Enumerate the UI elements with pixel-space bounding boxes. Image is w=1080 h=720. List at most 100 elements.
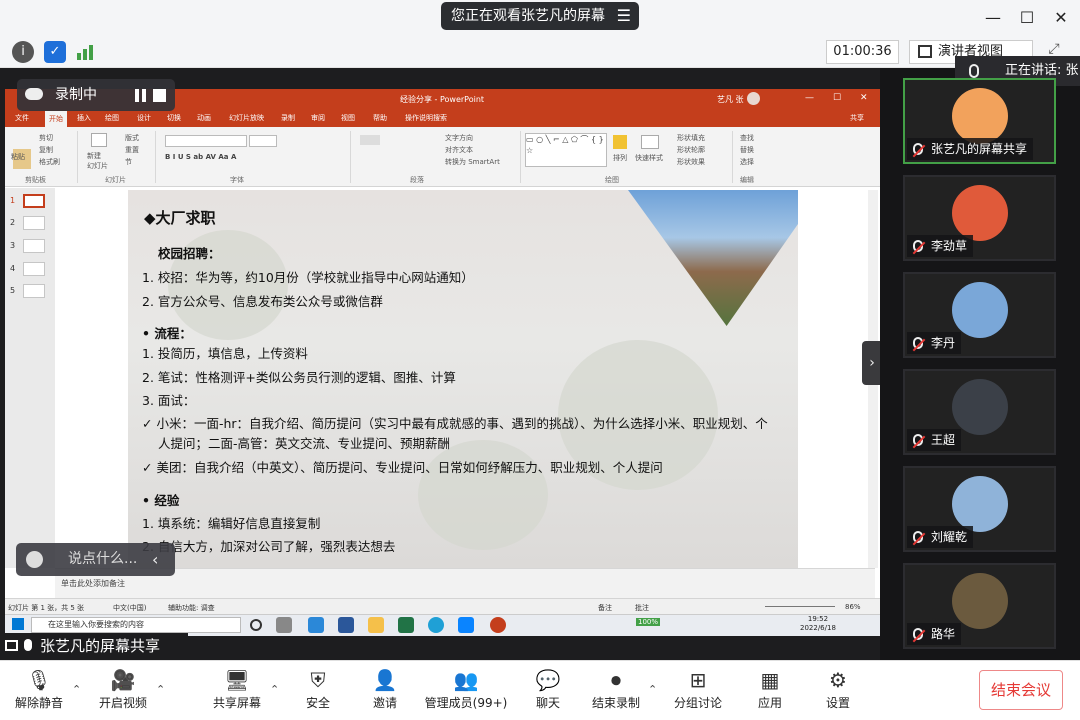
ppt-tab[interactable]: 动画	[197, 113, 211, 123]
slide-thumb-1[interactable]	[23, 194, 45, 208]
close-button[interactable]: ✕	[1046, 4, 1076, 32]
section-button[interactable]: 节	[125, 157, 132, 167]
ppt-tab[interactable]: 操作说明搜索	[405, 113, 447, 123]
manage-participants-button[interactable]: 👥 管理成员(99+)	[424, 664, 508, 716]
info-icon[interactable]: i	[12, 41, 34, 63]
slide-thumb-2[interactable]	[23, 216, 45, 230]
file-explorer-icon[interactable]	[368, 617, 384, 633]
ppt-tab[interactable]: 录制	[281, 113, 295, 123]
windows-start-icon[interactable]	[12, 618, 24, 630]
emoji-icon[interactable]	[26, 551, 43, 568]
shapes-gallery[interactable]: ▭ ○ ╲ ⌐ △ ⬠ ⌒ { } ☆	[525, 133, 607, 167]
shape-fill-button[interactable]: 形状填充	[677, 133, 705, 143]
signal-icon[interactable]	[76, 43, 94, 61]
cut-button[interactable]: 剪切	[39, 133, 53, 143]
ppt-tab[interactable]: 开始	[45, 111, 67, 127]
minimize-button[interactable]: —	[978, 4, 1008, 32]
slide-thumb-3[interactable]	[23, 239, 45, 253]
viewing-indicator[interactable]: 您正在观看张艺凡的屏幕 ☰	[441, 2, 639, 30]
share-screen-button[interactable]: 🖥 共享屏幕	[208, 664, 266, 716]
shape-effects-button[interactable]: 形状效果	[677, 157, 705, 167]
comments-button[interactable]: 批注	[635, 603, 649, 613]
participant-tile[interactable]: 刘耀乾	[903, 466, 1056, 552]
participant-tile[interactable]: 李丹	[903, 272, 1056, 358]
cortana-icon[interactable]	[250, 619, 262, 631]
new-slide-icon[interactable]	[91, 133, 107, 147]
text-direction-button[interactable]: 文字方向	[445, 133, 473, 143]
task-view-icon[interactable]	[276, 617, 292, 633]
ppt-share-button[interactable]: 共享	[850, 113, 864, 123]
end-meeting-button[interactable]: 结束会议	[979, 670, 1063, 710]
ppt-tab[interactable]: 设计	[137, 113, 151, 123]
accessibility-status[interactable]: 辅助功能: 调查	[168, 603, 215, 613]
invite-button[interactable]: 👤 邀请	[358, 664, 412, 716]
chat-button[interactable]: 💬 聊天	[524, 664, 572, 716]
smartart-button[interactable]: 转换为 SmartArt	[445, 157, 500, 167]
taskbar-clock[interactable]: 19:52 2022/6/18	[800, 615, 836, 633]
zoom-slider[interactable]	[765, 606, 835, 607]
participant-name-label: 路华	[907, 623, 962, 645]
slide-thumb-4[interactable]	[23, 262, 45, 276]
chevron-up-icon[interactable]: ⌃	[270, 683, 279, 696]
settings-button[interactable]: ⚙ 设置	[814, 664, 862, 716]
edge-icon[interactable]	[428, 617, 444, 633]
chevron-left-icon[interactable]: ‹	[152, 543, 158, 576]
arrange-icon[interactable]	[613, 135, 627, 149]
pause-icon[interactable]	[135, 89, 139, 102]
maximize-button[interactable]: ☐	[1012, 4, 1042, 32]
align-text-button[interactable]: 对齐文本	[445, 145, 473, 155]
start-video-button[interactable]: 🎥 开启视频	[94, 664, 152, 716]
ppt-tab[interactable]: 帮助	[373, 113, 387, 123]
slide-canvas[interactable]: ◆大厂求职 校园招聘： 1. 校招：华为等，约10月份（学校就业指导中心网站通知）…	[128, 190, 798, 568]
ppt-tab[interactable]: 幻灯片放映	[229, 113, 264, 123]
notes-pane[interactable]: 单击此处添加备注	[55, 568, 875, 598]
ppt-tab[interactable]: 文件	[15, 113, 29, 123]
ppt-tab[interactable]: 视图	[341, 113, 355, 123]
excel-icon[interactable]	[398, 617, 414, 633]
replace-button[interactable]: 替换	[740, 145, 754, 155]
chevron-up-icon[interactable]: ⌃	[156, 683, 165, 696]
word-icon[interactable]	[338, 617, 354, 633]
end-recording-button[interactable]: ⏺ 结束录制	[588, 664, 644, 716]
app-icon[interactable]	[308, 617, 324, 633]
menu-icon[interactable]: ☰	[617, 2, 631, 30]
ppt-close[interactable]: ✕	[860, 93, 868, 103]
select-button[interactable]: 选择	[740, 157, 754, 167]
quick-chat-input[interactable]: 说点什么... ‹	[16, 543, 175, 576]
ppt-tab[interactable]: 插入	[77, 113, 91, 123]
shape-outline-button[interactable]: 形状轮廓	[677, 145, 705, 155]
participant-tile[interactable]: 张艺凡的屏幕共享	[903, 78, 1056, 164]
chevron-up-icon[interactable]: ⌃	[72, 683, 81, 696]
format-painter-button[interactable]: 格式刷	[39, 157, 60, 167]
chevron-right-icon[interactable]: ›	[862, 341, 882, 385]
notes-button[interactable]: 备注	[598, 603, 612, 613]
ppt-restore[interactable]: ☐	[833, 93, 841, 103]
ppt-minimize[interactable]: —	[805, 93, 814, 103]
find-button[interactable]: 查找	[740, 133, 754, 143]
slide-thumb-5[interactable]	[23, 284, 45, 298]
participant-tile[interactable]: 路华	[903, 563, 1056, 649]
apps-button[interactable]: ▦ 应用	[746, 664, 794, 716]
taskbar-search[interactable]: 在这里输入你要搜索的内容	[31, 617, 241, 633]
ppt-tab[interactable]: 切换	[167, 113, 181, 123]
participant-tile[interactable]: 王超	[903, 369, 1056, 455]
quick-styles-icon[interactable]	[641, 135, 659, 149]
unmute-button[interactable]: 🎙 解除静音	[10, 664, 68, 716]
copy-button[interactable]: 复制	[39, 145, 53, 155]
font-family-select[interactable]	[165, 135, 247, 147]
ppt-tab[interactable]: 绘图	[105, 113, 119, 123]
font-size-select[interactable]	[249, 135, 277, 147]
photos-icon[interactable]	[458, 617, 474, 633]
stop-icon[interactable]	[153, 89, 166, 102]
font-format-buttons[interactable]: B I U S ab AV Aa A	[165, 153, 236, 161]
participant-tile[interactable]: 李劲草	[903, 175, 1056, 261]
list-buttons[interactable]	[360, 135, 380, 145]
breakout-button[interactable]: ⊞ 分组讨论	[668, 664, 728, 716]
layout-button[interactable]: 版式	[125, 133, 139, 143]
shield-icon[interactable]: ✓	[44, 41, 66, 63]
powerpoint-icon[interactable]	[490, 617, 506, 633]
security-button[interactable]: ⛨ 安全	[290, 664, 346, 716]
chevron-up-icon[interactable]: ⌃	[648, 683, 657, 696]
reset-button[interactable]: 重置	[125, 145, 139, 155]
ppt-tab[interactable]: 审阅	[311, 113, 325, 123]
